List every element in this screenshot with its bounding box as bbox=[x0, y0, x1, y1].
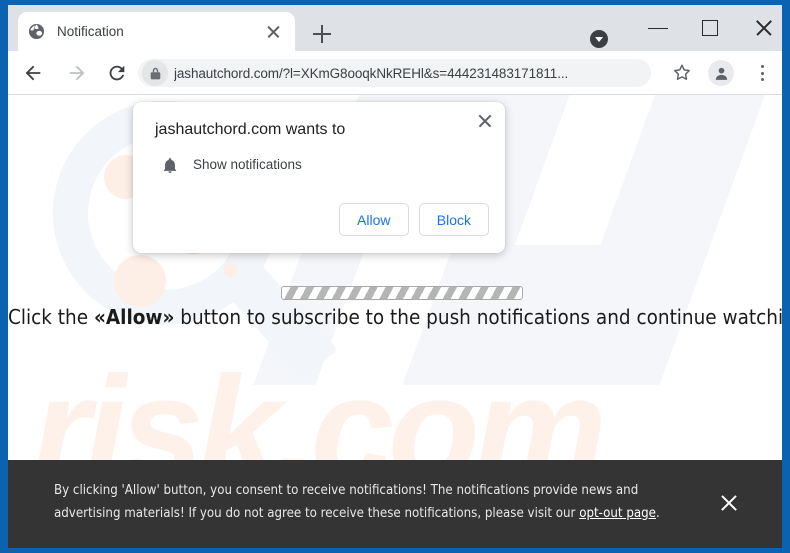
dialog-title: jashautchord.com wants to bbox=[155, 121, 346, 138]
notification-permission-dialog: jashautchord.com wants to Show notificat… bbox=[133, 102, 505, 253]
dialog-close-icon[interactable] bbox=[474, 110, 496, 132]
lock-glyph bbox=[150, 67, 160, 79]
dialog-option-label: Show notifications bbox=[193, 157, 302, 172]
address-bar[interactable]: jashautchord.com/?l=XKmG8ooqkNkREHl&s=44… bbox=[138, 59, 651, 87]
window-minimize-button[interactable] bbox=[635, 13, 681, 43]
cta-suffix: button to subscribe to the push notifica… bbox=[174, 305, 782, 329]
chrome-menu-icon[interactable] bbox=[752, 62, 772, 84]
loading-progress-bar bbox=[281, 286, 523, 300]
block-button[interactable]: Block bbox=[418, 203, 489, 236]
cta-emphasis: «Allow» bbox=[93, 305, 175, 329]
profile-avatar[interactable] bbox=[708, 60, 734, 86]
dialog-actions: Allow Block bbox=[338, 203, 489, 236]
opt-out-page-link[interactable]: opt-out page bbox=[579, 506, 656, 521]
page-viewport: risk.com Click the «Allow» button to sub… bbox=[8, 95, 782, 548]
cta-prefix: Click the bbox=[8, 305, 94, 329]
browser-tab[interactable]: Notification bbox=[18, 12, 295, 51]
tab-title: Notification bbox=[57, 24, 124, 39]
call-to-action-text: Click the «Allow» button to subscribe to… bbox=[8, 305, 782, 329]
consent-text-part1: By clicking 'Allow' button, you consent … bbox=[54, 483, 639, 521]
consent-text-part2: . bbox=[656, 506, 660, 521]
consent-banner: By clicking 'Allow' button, you consent … bbox=[8, 460, 782, 548]
person-icon bbox=[715, 67, 727, 80]
watermark-slash bbox=[549, 95, 769, 385]
lock-icon[interactable] bbox=[142, 60, 168, 86]
allow-button[interactable]: Allow bbox=[338, 203, 409, 236]
consent-banner-close-icon[interactable] bbox=[718, 492, 740, 514]
tab-strip: Notification bbox=[8, 5, 782, 51]
reload-icon[interactable] bbox=[106, 62, 128, 84]
window-close-button[interactable] bbox=[741, 13, 782, 43]
consent-banner-text: By clicking 'Allow' button, you consent … bbox=[54, 479, 684, 525]
bookmark-star-icon[interactable] bbox=[671, 62, 693, 84]
window-frame: Notification jashautchord.com/?l=XKmG8oo… bbox=[0, 0, 790, 553]
url-text: jashautchord.com/?l=XKmG8ooqkNkREHl&s=44… bbox=[174, 65, 569, 81]
forward-arrow-icon bbox=[69, 65, 85, 81]
window-maximize-button[interactable] bbox=[688, 13, 734, 43]
browser-window: Notification jashautchord.com/?l=XKmG8oo… bbox=[8, 5, 782, 548]
tab-search-chevron-down-icon[interactable] bbox=[590, 30, 608, 48]
watermark-dot bbox=[114, 255, 166, 307]
browser-toolbar: jashautchord.com/?l=XKmG8ooqkNkREHl&s=44… bbox=[8, 51, 782, 95]
back-arrow-icon[interactable] bbox=[22, 62, 44, 84]
new-tab-button[interactable] bbox=[310, 22, 334, 46]
tab-close-icon[interactable] bbox=[264, 22, 283, 41]
watermark-dot bbox=[224, 263, 238, 277]
bell-icon bbox=[163, 158, 177, 173]
globe-icon bbox=[28, 23, 45, 40]
